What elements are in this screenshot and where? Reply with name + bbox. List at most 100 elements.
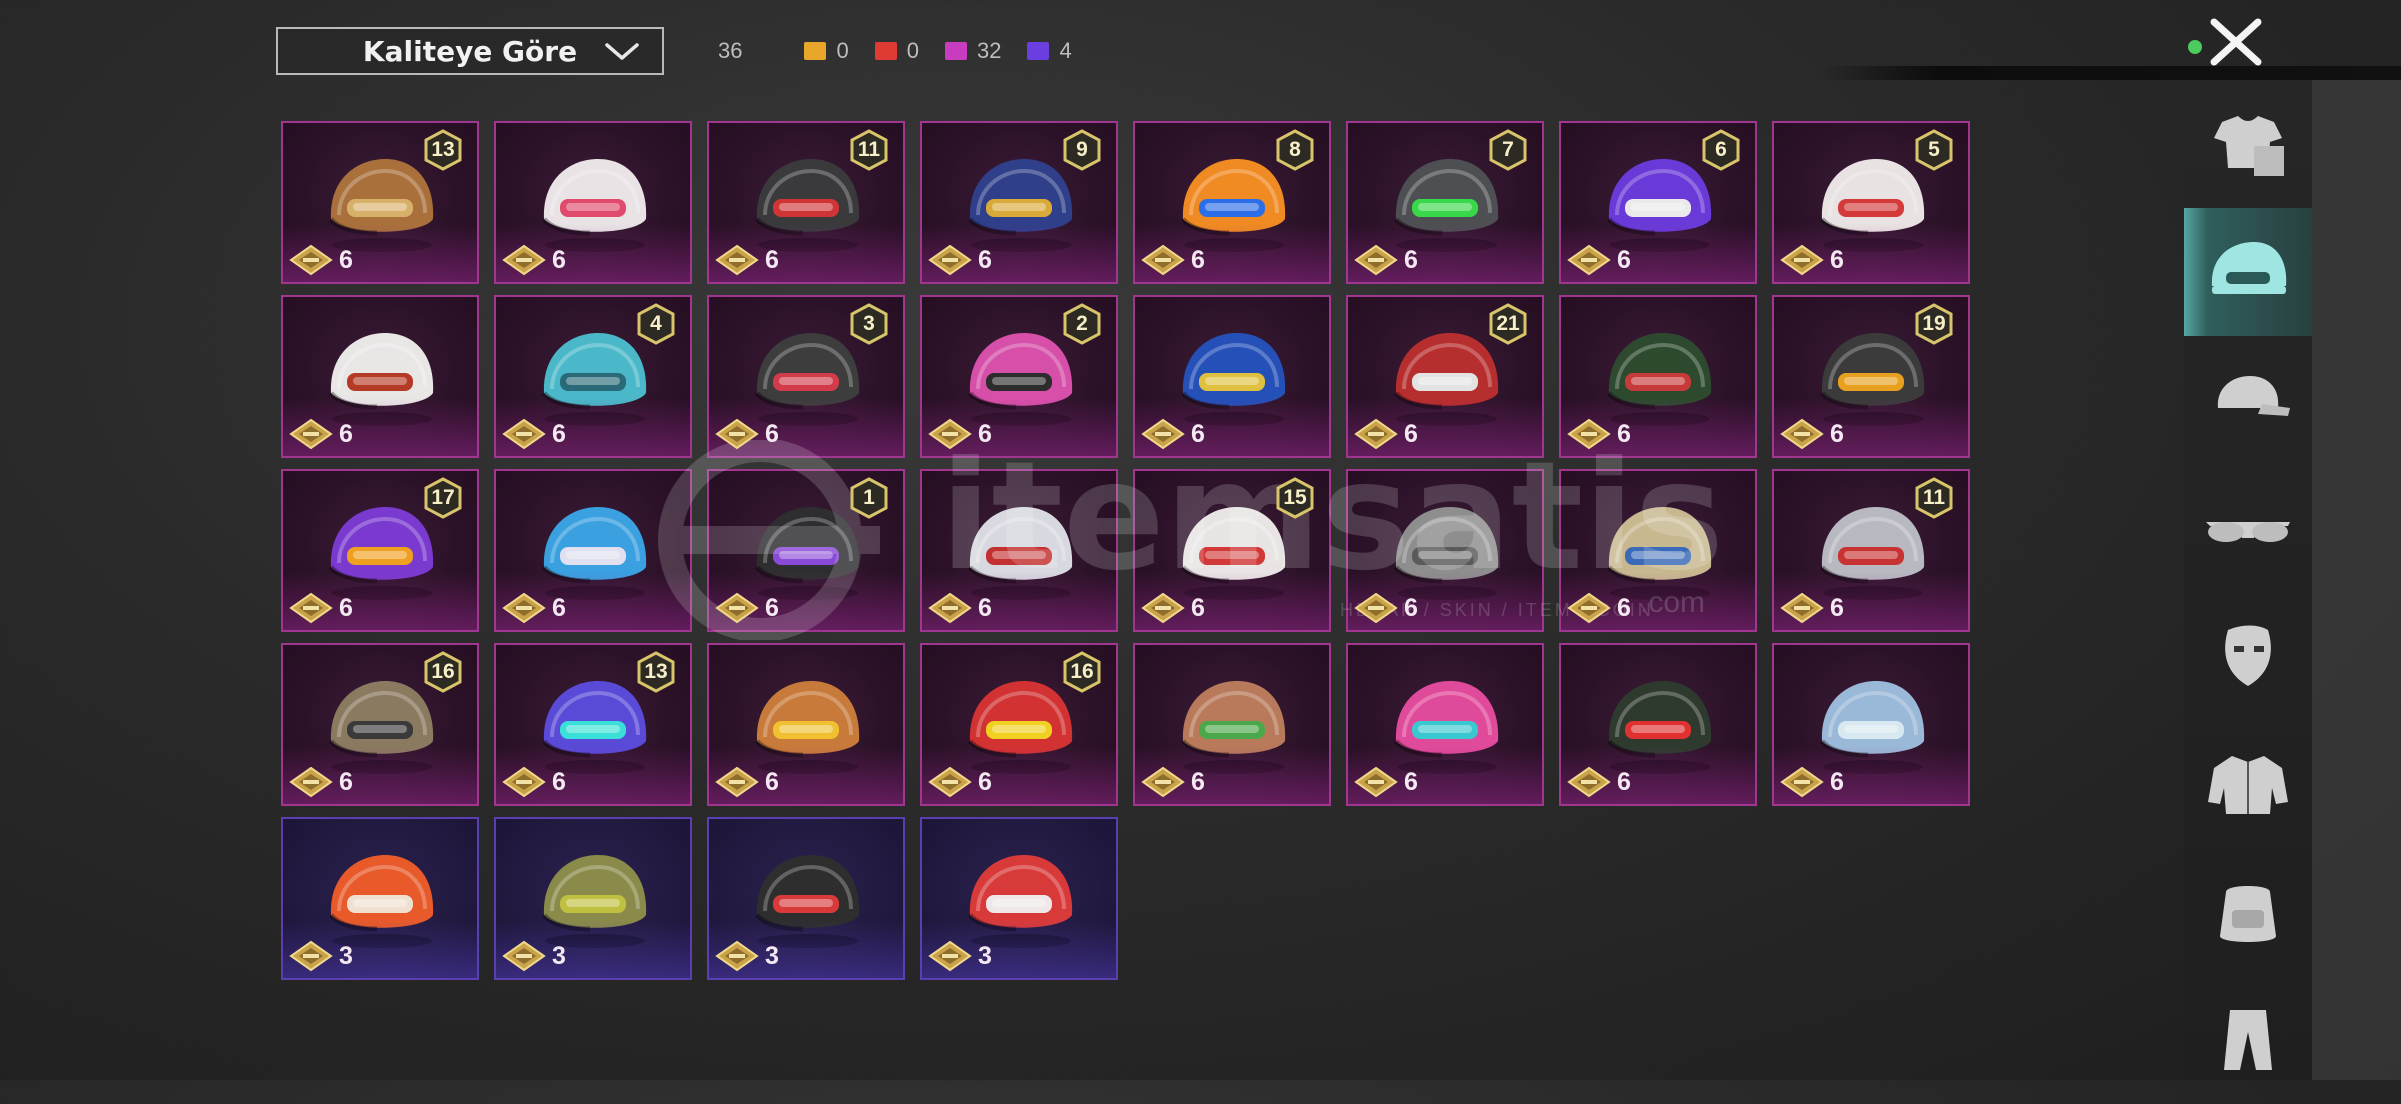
helmet-item-card[interactable]: 11 6: [707, 121, 905, 284]
helmet-item-card[interactable]: 6: [494, 121, 692, 284]
item-cost: 6: [928, 766, 992, 798]
item-cost-value: 6: [1830, 593, 1844, 622]
helmet-item-card[interactable]: 11 6: [1772, 469, 1970, 632]
helmet-item-card[interactable]: 36: [707, 295, 905, 458]
pants-icon: [2224, 1010, 2272, 1070]
helmet-item-card[interactable]: 16: [707, 469, 905, 632]
helmet-item-card[interactable]: 6: [1559, 643, 1757, 806]
gold-diamond-icon: [1141, 592, 1185, 624]
gold-diamond-icon: [715, 592, 759, 624]
helmet-icon: [1394, 681, 1499, 774]
sidebar-item-pants[interactable]: [2184, 976, 2312, 1104]
gold-diamond-icon: [502, 244, 546, 276]
helmet-item-card[interactable]: 3: [494, 817, 692, 980]
item-cost: 6: [1567, 244, 1631, 276]
helmet-item-card[interactable]: 17 6: [281, 469, 479, 632]
level-badge-number: 15: [1283, 486, 1307, 509]
item-cost: 6: [1141, 244, 1205, 276]
level-badge-number: 17: [431, 486, 455, 509]
helmet-item-card[interactable]: 6: [1133, 295, 1331, 458]
gold-diamond-icon: [1780, 244, 1824, 276]
helmet-item-card[interactable]: 15 6: [1133, 469, 1331, 632]
item-cost-value: 6: [1617, 419, 1631, 448]
item-cost-value: 6: [1191, 593, 1205, 622]
item-cost-value: 6: [1617, 767, 1631, 796]
item-cost-value: 6: [1191, 767, 1205, 796]
helmet-icon: [1607, 681, 1712, 774]
sidebar-item-jacket[interactable]: [2184, 720, 2312, 848]
level-badge-number: 13: [431, 138, 455, 161]
sidebar-item-sunglasses[interactable]: [2184, 464, 2312, 592]
helmet-item-card[interactable]: 86: [1133, 121, 1331, 284]
gold-diamond-icon: [1567, 766, 1611, 798]
level-badge-number: 3: [863, 312, 875, 335]
helmet-item-card[interactable]: 3: [920, 817, 1118, 980]
helmet-icon: [1607, 507, 1712, 600]
level-badge-number: 1: [863, 486, 875, 509]
item-cost: 6: [289, 418, 353, 450]
sort-dropdown[interactable]: Kaliteye Göre: [276, 27, 664, 75]
item-cost: 6: [502, 592, 566, 624]
level-badge-number: 8: [1289, 138, 1301, 161]
helmet-item-card[interactable]: 76: [1346, 121, 1544, 284]
helmet-item-card[interactable]: 6: [1559, 295, 1757, 458]
item-cost: 6: [928, 244, 992, 276]
helmet-icon: [542, 507, 647, 600]
tier-count-value: 0: [836, 38, 849, 63]
helmet-icon: [755, 681, 860, 774]
helmet-item-card[interactable]: 21 6: [1346, 295, 1544, 458]
helmet-item-card[interactable]: 66: [1559, 121, 1757, 284]
item-cost-value: 6: [339, 593, 353, 622]
item-cost: 6: [1780, 418, 1844, 450]
helmet-icon: [2211, 242, 2287, 294]
helmet-item-card[interactable]: 16 6: [920, 643, 1118, 806]
sidebar-item-helmet[interactable]: [2184, 208, 2312, 336]
helmet-item-card[interactable]: 13 6: [494, 643, 692, 806]
gold-diamond-icon: [1141, 418, 1185, 450]
jacket-icon: [2208, 756, 2288, 814]
helmet-item-card[interactable]: 6: [1346, 469, 1544, 632]
helmet-item-card[interactable]: 6: [494, 469, 692, 632]
helmet-item-card[interactable]: 3: [281, 817, 479, 980]
helmet-item-card[interactable]: 6: [1133, 643, 1331, 806]
level-badge-number: 13: [644, 660, 668, 683]
outfit-icon: [2214, 116, 2284, 176]
total-count: 36: [718, 38, 743, 63]
helmet-item-card[interactable]: 16 6: [281, 643, 479, 806]
helmet-item-card[interactable]: 6: [281, 295, 479, 458]
helmet-icon: [1181, 333, 1286, 426]
helmet-item-card[interactable]: 96: [920, 121, 1118, 284]
gold-diamond-icon: [1780, 418, 1824, 450]
item-cost-value: 6: [1617, 245, 1631, 274]
helmet-icon: [755, 855, 860, 948]
item-cost-value: 6: [1404, 767, 1418, 796]
helmet-item-card[interactable]: 19 6: [1772, 295, 1970, 458]
helmet-item-card[interactable]: 3: [707, 817, 905, 980]
sidebar-item-mask[interactable]: [2184, 592, 2312, 720]
tier-count: 32: [944, 38, 1001, 64]
gold-diamond-icon: [715, 766, 759, 798]
item-cost-value: 3: [339, 941, 353, 970]
level-badge-number: 7: [1502, 138, 1514, 161]
helmet-item-card[interactable]: 56: [1772, 121, 1970, 284]
helmet-item-card[interactable]: 13 6: [281, 121, 479, 284]
item-cost: 6: [1567, 592, 1631, 624]
helmet-icon: [1181, 681, 1286, 774]
helmet-item-card[interactable]: 6: [1772, 643, 1970, 806]
close-icon[interactable]: [2204, 18, 2268, 66]
item-cost: 3: [715, 940, 779, 972]
gold-diamond-icon: [502, 766, 546, 798]
tier-count: 4: [1027, 38, 1072, 64]
sidebar-item-outfit[interactable]: [2184, 80, 2312, 208]
sidebar-item-backpack[interactable]: [2184, 848, 2312, 976]
sidebar-strip: [2312, 80, 2401, 1080]
sidebar-item-cap[interactable]: [2184, 336, 2312, 464]
helmet-item-card[interactable]: 6: [920, 469, 1118, 632]
helmet-item-card[interactable]: 26: [920, 295, 1118, 458]
helmet-item-card[interactable]: 6: [1559, 469, 1757, 632]
item-cost-value: 6: [978, 767, 992, 796]
helmet-item-card[interactable]: 46: [494, 295, 692, 458]
helmet-item-card[interactable]: 6: [707, 643, 905, 806]
helmet-icon: [1394, 507, 1499, 600]
helmet-item-card[interactable]: 6: [1346, 643, 1544, 806]
